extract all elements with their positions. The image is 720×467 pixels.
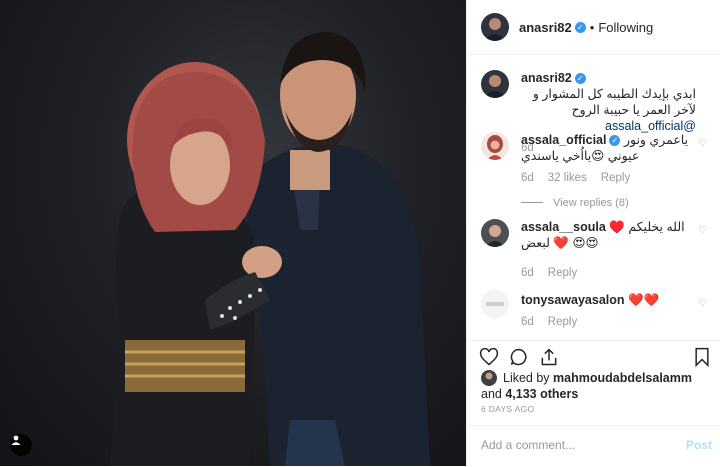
share-icon[interactable] [539, 347, 559, 367]
comment-like-heart-icon[interactable]: ♡ [698, 225, 707, 236]
post-timestamp[interactable]: 6 DAYS AGO [481, 404, 534, 414]
comment-like-heart-icon[interactable]: ♡ [698, 138, 707, 149]
liked-by-user[interactable]: mahmoudabdelsalamm [553, 371, 692, 385]
comment-body: tonysawayasalon ❤️❤️ 6d Reply [521, 292, 696, 330]
couple-photo-illustration [110, 31, 430, 466]
avatar [481, 370, 497, 386]
reply-button[interactable]: Reply [548, 267, 577, 279]
verified-icon: ✓ [609, 135, 621, 146]
mention-link[interactable]: @assala_official [605, 119, 696, 133]
likes-connector: and [481, 387, 502, 401]
post-comment-button[interactable]: Post [686, 438, 712, 452]
comment-body: assala_official ✓ ياعمري ونور عيوني 😍يااُ… [521, 132, 696, 211]
comment-meta: 6d 32 likes Reply [521, 170, 696, 186]
reply-button[interactable]: Reply [601, 172, 630, 184]
avatar[interactable] [481, 132, 509, 160]
likes-text: Liked by mahmoudabdelsalamm and 4,133 ot… [481, 370, 711, 402]
liked-by-label: Liked by [503, 371, 550, 385]
likes-others-count[interactable]: 4,133 others [505, 387, 578, 401]
post-side-panel: anasri82 ✓ • Following anasri82 ✓ ابدي بإ… [466, 0, 720, 466]
comment-input[interactable] [479, 437, 673, 453]
comment-time[interactable]: 6d [521, 267, 534, 279]
comment-meta: 6d Reply [521, 265, 696, 281]
post-author-username[interactable]: anasri82 [519, 20, 572, 35]
comment-username[interactable]: assala__soula [521, 220, 606, 234]
separator-dot: • [589, 19, 595, 35]
comment-text: ابدي بإيدك الطيبه كل المشوار و لآخر العم… [521, 86, 696, 134]
verified-icon: ✓ [574, 73, 586, 84]
bookmark-icon[interactable] [693, 347, 711, 367]
avatar[interactable] [481, 290, 509, 318]
avatar[interactable] [481, 219, 509, 247]
post-photo[interactable] [0, 0, 466, 466]
following-button[interactable]: Following [598, 20, 653, 35]
comment-username[interactable]: tonysawayasalon [521, 293, 625, 307]
avatar[interactable] [481, 13, 509, 41]
instagram-post-modal: anasri82 ✓ • Following anasri82 ✓ ابدي بإ… [0, 0, 720, 466]
user-tag-icon [11, 435, 21, 445]
comment-username[interactable]: anasri82 [521, 71, 572, 85]
verified-icon: ✓ [574, 21, 586, 33]
comment-body: assala__soula ♥️ الله يخليكم لبعض ❤️ 😍😍 … [521, 219, 696, 281]
heart-icon[interactable] [479, 347, 499, 367]
add-comment-bar: Post [467, 425, 720, 467]
comments-list: anasri82 ✓ ابدي بإيدك الطيبه كل المشوار و… [467, 56, 720, 340]
view-replies-label: View replies (8) [553, 197, 629, 209]
comment-time[interactable]: 6d [521, 172, 534, 184]
comment-username[interactable]: assala_official [521, 133, 606, 147]
user-tag-button[interactable] [10, 434, 32, 456]
reply-button[interactable]: Reply [548, 316, 577, 328]
comment-text: ❤️❤️ [628, 293, 660, 307]
replies-line [521, 202, 543, 203]
comment-meta: 6d Reply [521, 314, 696, 330]
likes-summary: Liked by mahmoudabdelsalamm and 4,133 ot… [481, 370, 711, 402]
caption-text: ابدي بإيدك الطيبه كل المشوار و لآخر العم… [532, 87, 696, 117]
comment-time[interactable]: 6d [521, 316, 534, 328]
post-header: anasri82 ✓ • Following [467, 0, 720, 55]
comment-like-heart-icon[interactable]: ♡ [698, 298, 707, 309]
comment-likes[interactable]: 32 likes [548, 172, 587, 184]
view-replies-button[interactable]: View replies (8) [521, 195, 696, 211]
comment-icon[interactable] [509, 347, 529, 367]
avatar[interactable] [481, 70, 509, 98]
